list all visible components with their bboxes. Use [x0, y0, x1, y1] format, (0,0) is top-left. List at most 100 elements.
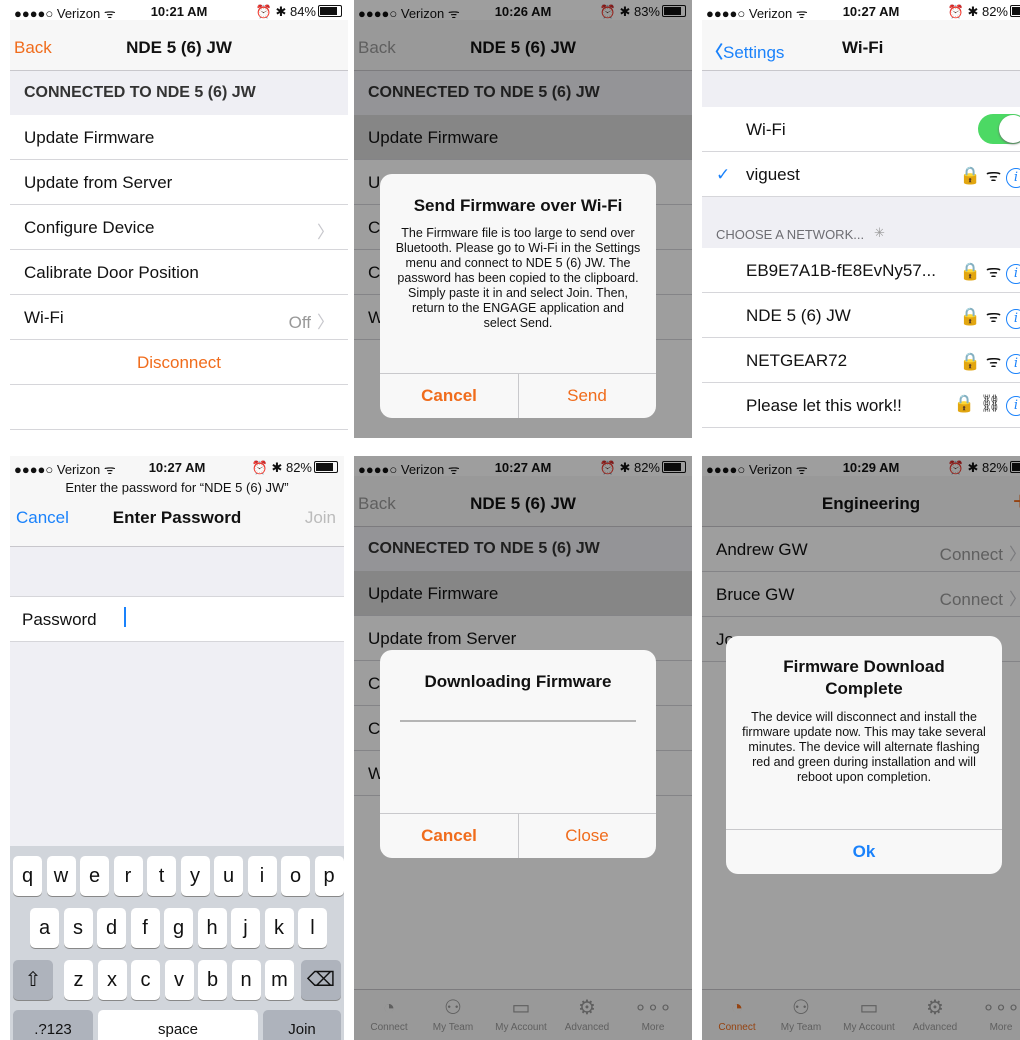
- lock-icon: 🔒: [959, 307, 981, 326]
- numbers-key[interactable]: .?123: [13, 1010, 93, 1040]
- password-input[interactable]: [110, 607, 310, 631]
- key-m[interactable]: m: [265, 960, 294, 1000]
- nav-bar: Back NDE 5 (6) JW: [10, 20, 348, 71]
- wifi-signal-icon: ᯤ: [985, 166, 1002, 185]
- network-row[interactable]: NETGEAR72 🔒 ᯤ i: [702, 338, 1020, 383]
- alert-buttons: Ok: [726, 829, 1002, 874]
- cancel-button[interactable]: Cancel: [380, 826, 518, 846]
- alert-title: Send Firmware over Wi-Fi: [413, 196, 623, 215]
- network-row[interactable]: EB9E7A1B-fE8EvNy57... 🔒 ᯤ i: [702, 248, 1020, 293]
- empty-row: [10, 385, 348, 430]
- page-title: Enter Password: [112, 508, 242, 527]
- key-z[interactable]: z: [64, 960, 93, 1000]
- screen-wifi-settings: ●●●●○ Verizon ᯤ 10:27 AM ⏰ ✱ 82% 〈Settin…: [702, 0, 1020, 438]
- chevron-left-icon: 〈: [706, 43, 723, 62]
- key-q[interactable]: q: [13, 856, 42, 896]
- battery-status: ⏰ ✱ 84%: [256, 4, 342, 20]
- checkmark-icon: ✓: [716, 165, 731, 184]
- key-o[interactable]: o: [281, 856, 310, 896]
- section-header: CONNECTED TO NDE 5 (6) JW: [10, 71, 348, 115]
- battery-icon: [1010, 5, 1020, 17]
- send-firmware-alert: Send Firmware over Wi-Fi The Firmware fi…: [380, 174, 656, 418]
- info-icon[interactable]: i: [1006, 354, 1020, 374]
- page-title: NDE 5 (6) JW: [126, 38, 232, 57]
- row-wifi[interactable]: Wi-Fi Off 〉: [10, 295, 348, 340]
- wifi-switch[interactable]: [978, 114, 1020, 144]
- password-label: Password: [22, 610, 97, 629]
- settings-back-button[interactable]: 〈Settings: [706, 38, 784, 63]
- key-v[interactable]: v: [164, 960, 194, 1000]
- alert-title: Firmware Download Complete: [783, 657, 945, 698]
- ok-button[interactable]: Ok: [726, 842, 1002, 862]
- progress-bar: [400, 720, 636, 722]
- screen-enter-password: ●●●●○ Verizon ᯤ 10:27 AM ⏰ ✱ 82% Enter t…: [10, 456, 344, 1040]
- row-configure-device[interactable]: Configure Device 〉: [10, 205, 348, 250]
- key-j[interactable]: j: [231, 908, 260, 948]
- wifi-signal-icon: ᯤ: [985, 307, 1002, 326]
- key-r[interactable]: r: [113, 856, 143, 896]
- info-icon[interactable]: i: [1006, 396, 1020, 416]
- lock-icon: 🔒: [959, 262, 981, 281]
- page-title: Wi-Fi: [842, 38, 884, 57]
- space-key[interactable]: space: [98, 1010, 258, 1040]
- key-u[interactable]: u: [214, 856, 243, 896]
- send-button[interactable]: Send: [518, 386, 656, 406]
- key-y[interactable]: y: [180, 856, 210, 896]
- key-c[interactable]: c: [131, 960, 160, 1000]
- download-complete-alert: Firmware Download Complete The device wi…: [726, 636, 1002, 874]
- shift-key[interactable]: ⇧: [13, 960, 53, 1000]
- status-bar: ●●●●○ Verizon ᯤ 10:27 AM ⏰ ✱ 82%: [702, 0, 1020, 21]
- wifi-signal-icon: ᯤ: [985, 262, 1002, 281]
- delete-key[interactable]: ⌫: [301, 960, 341, 1000]
- network-row[interactable]: Please let this work!! 🔒 ⛓ i: [702, 383, 1020, 428]
- key-s[interactable]: s: [63, 908, 93, 948]
- close-button[interactable]: Close: [518, 826, 656, 846]
- row-update-firmware[interactable]: Update Firmware: [10, 115, 348, 160]
- chevron-right-icon: 〉: [317, 223, 334, 242]
- key-d[interactable]: d: [97, 908, 126, 948]
- wifi-signal-icon: ᯤ: [985, 352, 1002, 371]
- key-a[interactable]: a: [30, 908, 59, 948]
- join-key[interactable]: Join: [263, 1010, 341, 1040]
- row-wifi-toggle: Wi-Fi: [702, 107, 1020, 152]
- key-f[interactable]: f: [130, 908, 160, 948]
- key-n[interactable]: n: [231, 960, 261, 1000]
- password-prompt: Enter the password for “NDE 5 (6) JW”: [65, 480, 289, 495]
- spinner-icon: ✳: [874, 225, 885, 240]
- password-row: Password: [10, 596, 344, 642]
- key-e[interactable]: e: [80, 856, 109, 896]
- key-w[interactable]: w: [46, 856, 76, 896]
- key-h[interactable]: h: [197, 908, 227, 948]
- chevron-right-icon: 〉: [317, 313, 334, 332]
- nav-bar: Enter the password for “NDE 5 (6) JW” Ca…: [10, 476, 344, 547]
- alert-buttons: Cancel Send: [380, 373, 656, 418]
- key-l[interactable]: l: [298, 908, 327, 948]
- screen-device-menu: ●●●●○ Verizon ᯤ 10:21 AM ⏰ ✱ 84% Back ND…: [10, 0, 348, 438]
- key-p[interactable]: p: [314, 856, 344, 896]
- info-icon[interactable]: i: [1006, 309, 1020, 329]
- info-icon[interactable]: i: [1006, 168, 1020, 188]
- nav-bar: 〈Settings Wi-Fi: [702, 20, 1020, 71]
- alert-title: Downloading Firmware: [424, 672, 612, 691]
- row-connected-network[interactable]: ✓ viguest 🔒 ᯤ i: [702, 152, 1020, 197]
- battery-icon: [314, 461, 338, 473]
- row-update-from-server[interactable]: Update from Server: [10, 160, 348, 205]
- cancel-button[interactable]: Cancel: [380, 386, 518, 406]
- info-icon[interactable]: i: [1006, 264, 1020, 284]
- screen-send-firmware-alert: ●●●●○ Verizon ᯤ 10:26 AM ⏰ ✱ 83% Back ND…: [354, 0, 692, 438]
- join-button[interactable]: Join: [305, 508, 336, 528]
- row-calibrate-door[interactable]: Calibrate Door Position: [10, 250, 348, 295]
- key-k[interactable]: k: [264, 908, 294, 948]
- disconnect-button[interactable]: Disconnect: [10, 340, 348, 385]
- key-t[interactable]: t: [147, 856, 176, 896]
- key-g[interactable]: g: [164, 908, 193, 948]
- key-x[interactable]: x: [97, 960, 127, 1000]
- key-i[interactable]: i: [247, 856, 277, 896]
- alert-message: The Firmware file is too large to send o…: [395, 226, 641, 330]
- alert-buttons: Cancel Close: [380, 813, 656, 858]
- link-icon: ⛓: [979, 394, 1002, 413]
- status-bar: ●●●●○ Verizon ᯤ 10:21 AM ⏰ ✱ 84%: [10, 0, 348, 21]
- network-row[interactable]: NDE 5 (6) JW 🔒 ᯤ i: [702, 293, 1020, 338]
- spacer: [702, 71, 1020, 107]
- key-b[interactable]: b: [198, 960, 227, 1000]
